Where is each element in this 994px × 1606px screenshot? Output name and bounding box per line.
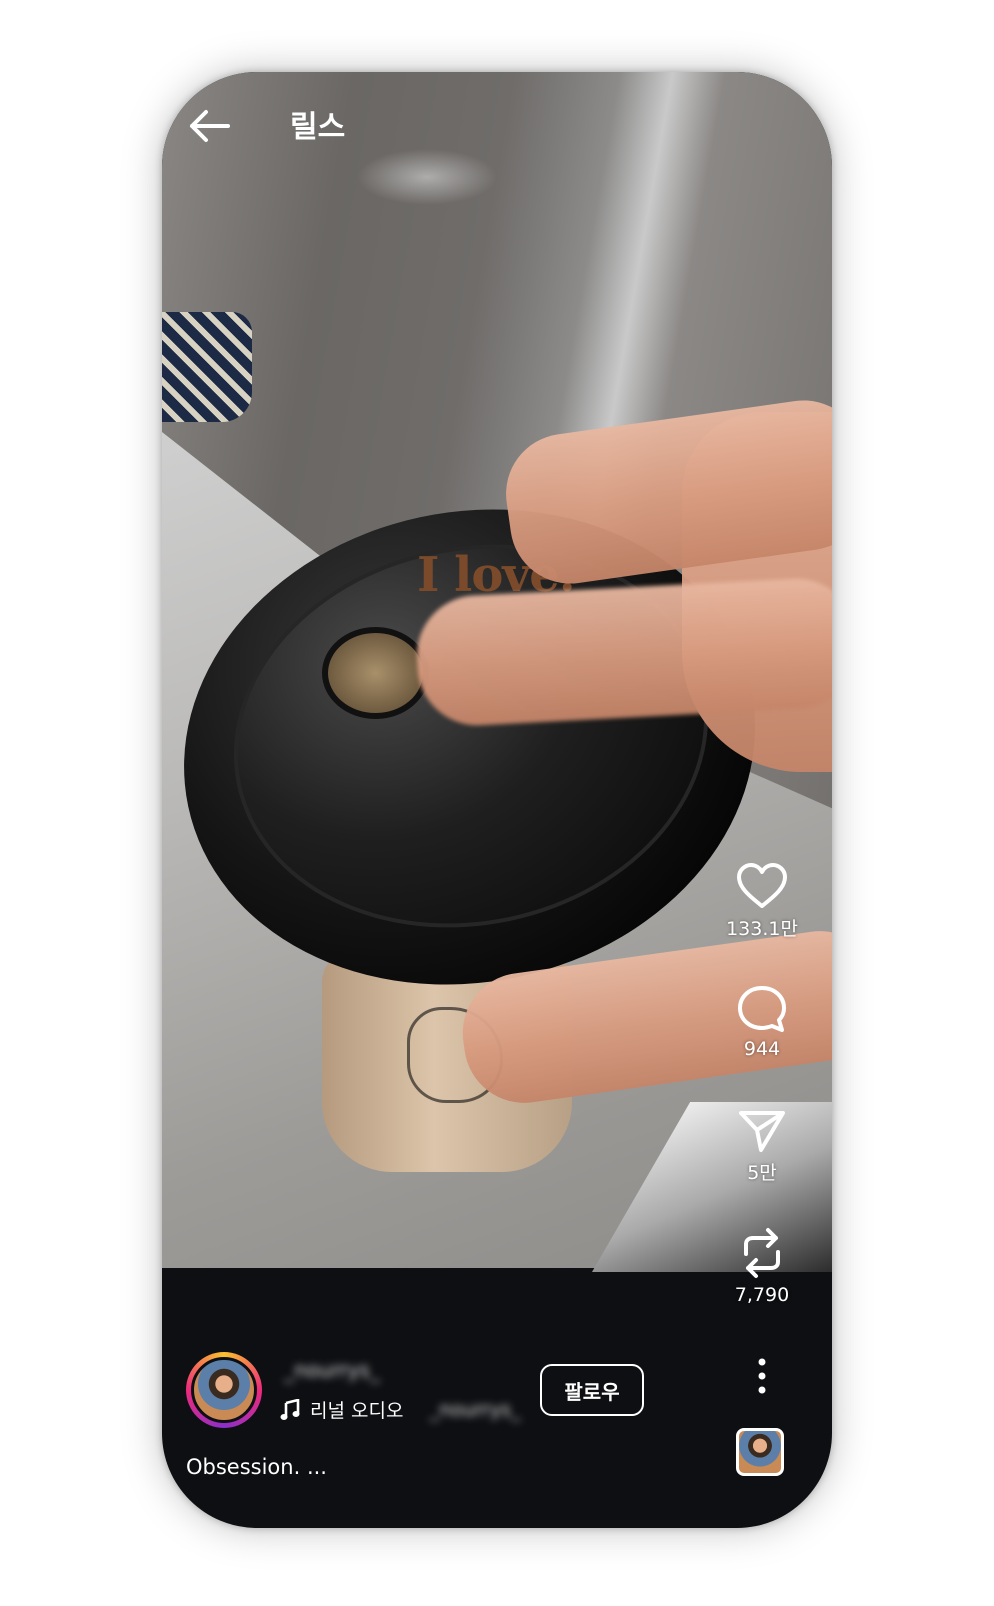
hand-finger: [413, 575, 832, 729]
more-vertical-icon: [758, 1358, 766, 1394]
remix-count: 7,790: [734, 1284, 790, 1306]
comment-bubble-icon[interactable]: [736, 984, 788, 1034]
arrow-left-icon: [190, 110, 230, 142]
like-count: 133.1만: [726, 918, 798, 940]
username[interactable]: _nourrys_: [284, 1358, 380, 1382]
back-button[interactable]: [184, 104, 234, 148]
remix-action: 7,790: [722, 1226, 802, 1306]
heart-icon[interactable]: [736, 862, 788, 910]
audio-owner: _nourrys_: [429, 1398, 521, 1421]
comment-count: 944: [743, 1038, 781, 1060]
like-action: 133.1만: [722, 862, 802, 941]
comment-action: 944: [722, 984, 802, 1060]
page-title: 릴스: [290, 110, 346, 145]
audio-info[interactable]: 리널 오디오 _nourrys_: [280, 1396, 521, 1423]
music-note-icon: [280, 1398, 300, 1420]
follow-button[interactable]: 팔로우: [540, 1364, 644, 1416]
cup-lid-hole: [322, 627, 429, 719]
audio-label: 리널 오디오: [310, 1400, 404, 1422]
profile-avatar-story-ring[interactable]: [186, 1352, 262, 1428]
more-options-button[interactable]: [744, 1354, 780, 1398]
video-background-fabric: [162, 312, 252, 422]
share-count: 5만: [747, 1162, 777, 1184]
repost-arrows-icon[interactable]: [738, 1226, 786, 1280]
reel-video[interactable]: I love.: [162, 72, 832, 1272]
paper-plane-icon[interactable]: [737, 1108, 787, 1154]
avatar: [191, 1357, 257, 1423]
audio-thumbnail[interactable]: [736, 1428, 784, 1476]
post-caption[interactable]: Obsession. ...: [186, 1455, 327, 1479]
phone-frame: I love. 릴스 133.1만 944 5만 7,790 _nourrys_…: [162, 72, 832, 1528]
share-action: 5만: [722, 1108, 802, 1185]
